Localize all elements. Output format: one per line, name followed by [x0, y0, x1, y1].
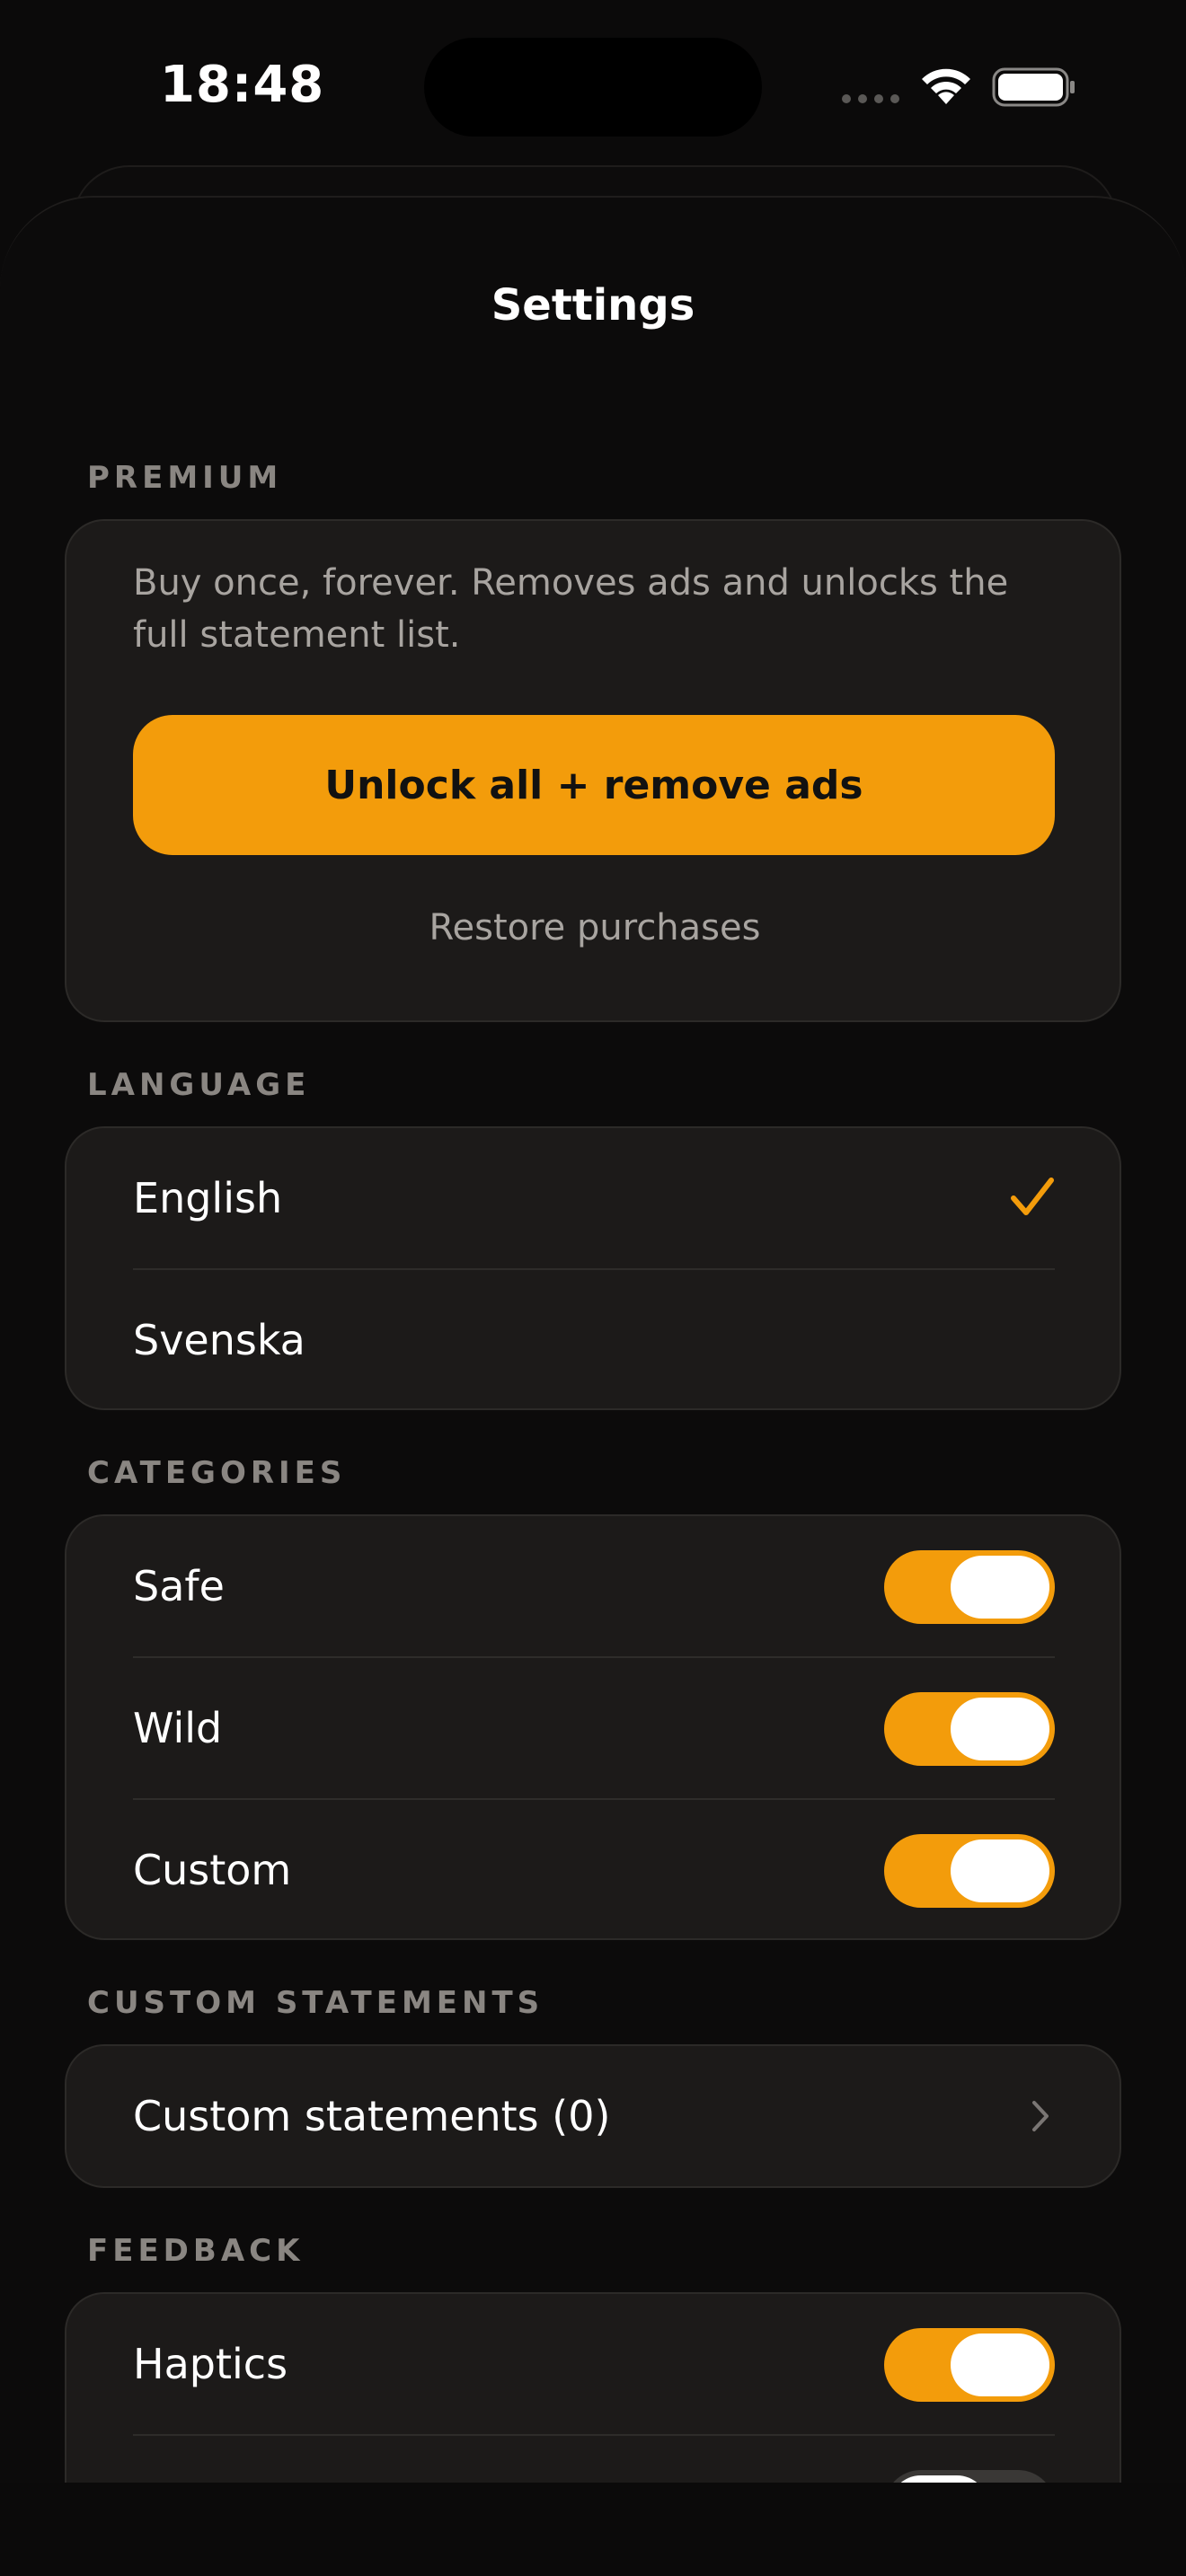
settings-sheet: Settings PREMIUM Buy once, forever. Remo… — [0, 196, 1186, 2483]
premium-card: Buy once, forever. Removes ads and unloc… — [65, 519, 1121, 1022]
category-label: Safe — [133, 1562, 225, 1610]
toggle-knob — [951, 1839, 1049, 1902]
status-bar: 18:48 — [0, 0, 1186, 171]
dynamic-island — [424, 38, 762, 137]
language-option-label: English — [133, 1174, 283, 1222]
toggle-knob — [890, 2475, 988, 2483]
cellular-signal-icon — [842, 94, 899, 103]
wifi-icon — [922, 68, 970, 104]
restore-purchases-button[interactable]: Restore purchases — [66, 907, 1123, 948]
custom-statements-card: Custom statements (0) — [65, 2044, 1121, 2188]
category-row-wild: Wild — [66, 1658, 1123, 1798]
battery-icon — [992, 67, 1075, 107]
toggle-knob — [951, 1698, 1049, 1760]
haptics-toggle[interactable] — [884, 2328, 1055, 2402]
custom-statements-row[interactable]: Custom statements (0) — [66, 2046, 1123, 2186]
screen: 18:48 Settings PREMIUM Buy once, forever… — [0, 0, 1186, 2576]
category-label: Wild — [133, 1704, 223, 1752]
category-label: Custom — [133, 1846, 292, 1894]
check-icon — [1011, 1178, 1054, 1215]
category-row-safe: Safe — [66, 1516, 1123, 1656]
language-card: English Svenska — [65, 1126, 1121, 1410]
custom-toggle[interactable] — [884, 1834, 1055, 1908]
feedback-label: Haptics — [133, 2340, 288, 2388]
language-option-english[interactable]: English — [66, 1128, 1123, 1268]
feedback-second-toggle[interactable] — [884, 2470, 1055, 2483]
wild-toggle[interactable] — [884, 1692, 1055, 1766]
feedback-section-header: FEEDBACK — [87, 2233, 305, 2269]
language-option-svenska[interactable]: Svenska — [66, 1270, 1123, 1410]
status-time: 18:48 — [160, 56, 325, 114]
feedback-row-second — [66, 2436, 1123, 2483]
custom-statements-label: Custom statements (0) — [133, 2092, 611, 2140]
premium-description: Buy once, forever. Removes ads and unloc… — [133, 562, 1009, 656]
toggle-knob — [951, 1556, 1049, 1619]
premium-section-header: PREMIUM — [87, 460, 283, 496]
bottom-area — [0, 2483, 1186, 2576]
feedback-card: Haptics — [65, 2292, 1121, 2483]
categories-section-header: CATEGORIES — [87, 1455, 347, 1491]
language-option-label: Svenska — [133, 1316, 305, 1364]
custom-statements-section-header: CUSTOM STATEMENTS — [87, 1985, 544, 2021]
category-row-custom: Custom — [66, 1800, 1123, 1940]
language-section-header: LANGUAGE — [87, 1067, 311, 1103]
categories-card: Safe Wild Custom — [65, 1514, 1121, 1940]
chevron-right-icon — [1032, 2101, 1049, 2131]
feedback-row-haptics: Haptics — [66, 2294, 1123, 2434]
page-title: Settings — [491, 280, 695, 331]
toggle-knob — [951, 2333, 1049, 2396]
safe-toggle[interactable] — [884, 1550, 1055, 1624]
unlock-all-button[interactable]: Unlock all + remove ads — [133, 715, 1055, 855]
